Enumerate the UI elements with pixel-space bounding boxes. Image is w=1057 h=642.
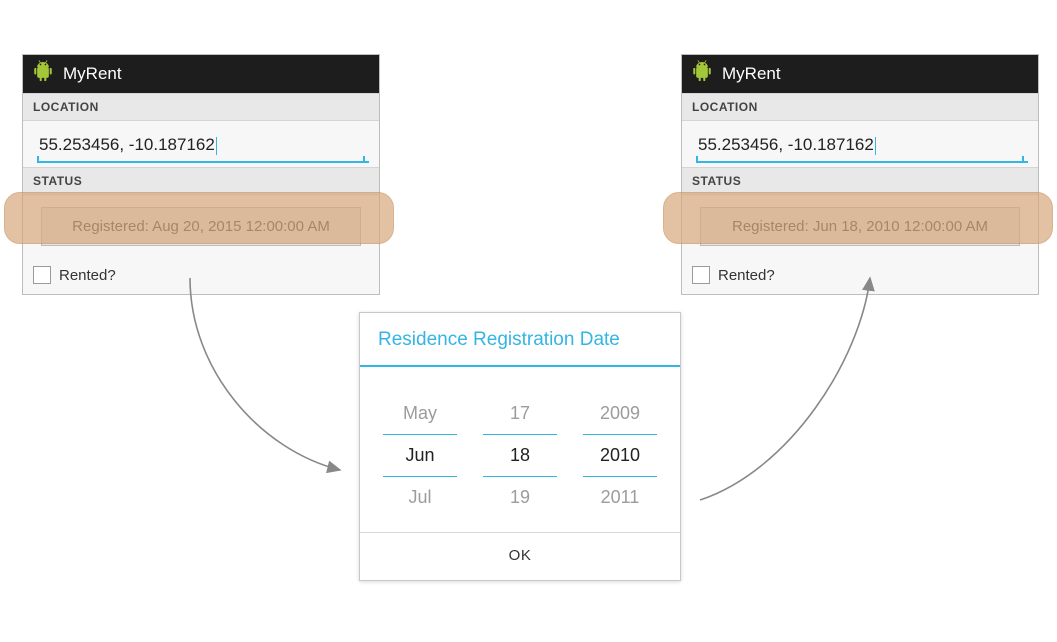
app-title: MyRent	[63, 64, 122, 84]
geolocation-input[interactable]: 55.253456, -10.187162	[696, 131, 1028, 163]
rented-checkbox[interactable]	[692, 266, 710, 284]
month-selected[interactable]: Jun	[383, 434, 457, 477]
section-header-status: STATUS	[682, 167, 1038, 195]
day-wheel[interactable]: 17 18 19	[483, 393, 557, 518]
android-icon	[692, 60, 712, 89]
rented-checkbox[interactable]	[33, 266, 51, 284]
section-header-location: LOCATION	[23, 93, 379, 121]
registered-date-button[interactable]: Registered: Jun 18, 2010 12:00:00 AM	[700, 207, 1020, 246]
year-wheel[interactable]: 2009 2010 2011	[583, 393, 657, 518]
dialog-title: Residence Registration Date	[360, 313, 680, 365]
month-prev[interactable]: May	[383, 393, 457, 434]
status-body: Registered: Jun 18, 2010 12:00:00 AM	[682, 195, 1038, 258]
rented-label: Rented?	[59, 267, 116, 284]
app-action-bar: MyRent	[682, 55, 1038, 93]
dialog-title-underline	[360, 365, 680, 367]
app-title: MyRent	[722, 64, 781, 84]
section-header-location: LOCATION	[682, 93, 1038, 121]
geolocation-value: 55.253456, -10.187162	[39, 135, 215, 154]
location-field-row: 55.253456, -10.187162	[682, 121, 1038, 167]
geolocation-value: 55.253456, -10.187162	[698, 135, 874, 154]
location-field-row: 55.253456, -10.187162	[23, 121, 379, 167]
phone-after: MyRent LOCATION 55.253456, -10.187162 ST…	[681, 54, 1039, 295]
rented-label: Rented?	[718, 267, 775, 284]
year-selected[interactable]: 2010	[583, 434, 657, 477]
day-prev[interactable]: 17	[483, 393, 557, 434]
geolocation-input[interactable]: 55.253456, -10.187162	[37, 131, 369, 163]
year-next[interactable]: 2011	[583, 477, 657, 518]
geolocation-input-wrap[interactable]: 55.253456, -10.187162	[696, 131, 1024, 163]
section-header-status: STATUS	[23, 167, 379, 195]
app-action-bar: MyRent	[23, 55, 379, 93]
dialog-ok-button[interactable]: OK	[360, 533, 680, 580]
date-picker[interactable]: May Jun Jul 17 18 19 2009 2010 2011	[360, 375, 680, 532]
day-selected[interactable]: 18	[483, 434, 557, 477]
day-next[interactable]: 19	[483, 477, 557, 518]
text-cursor	[216, 137, 217, 155]
text-cursor	[875, 137, 876, 155]
month-wheel[interactable]: May Jun Jul	[383, 393, 457, 518]
registered-date-button[interactable]: Registered: Aug 20, 2015 12:00:00 AM	[41, 207, 361, 246]
android-icon	[33, 60, 53, 89]
status-body: Registered: Aug 20, 2015 12:00:00 AM	[23, 195, 379, 258]
rented-row[interactable]: Rented?	[682, 258, 1038, 294]
year-prev[interactable]: 2009	[583, 393, 657, 434]
rented-row[interactable]: Rented?	[23, 258, 379, 294]
geolocation-input-wrap[interactable]: 55.253456, -10.187162	[37, 131, 365, 163]
date-picker-dialog: Residence Registration Date May Jun Jul …	[359, 312, 681, 581]
phone-before: MyRent LOCATION 55.253456, -10.187162 ST…	[22, 54, 380, 295]
month-next[interactable]: Jul	[383, 477, 457, 518]
